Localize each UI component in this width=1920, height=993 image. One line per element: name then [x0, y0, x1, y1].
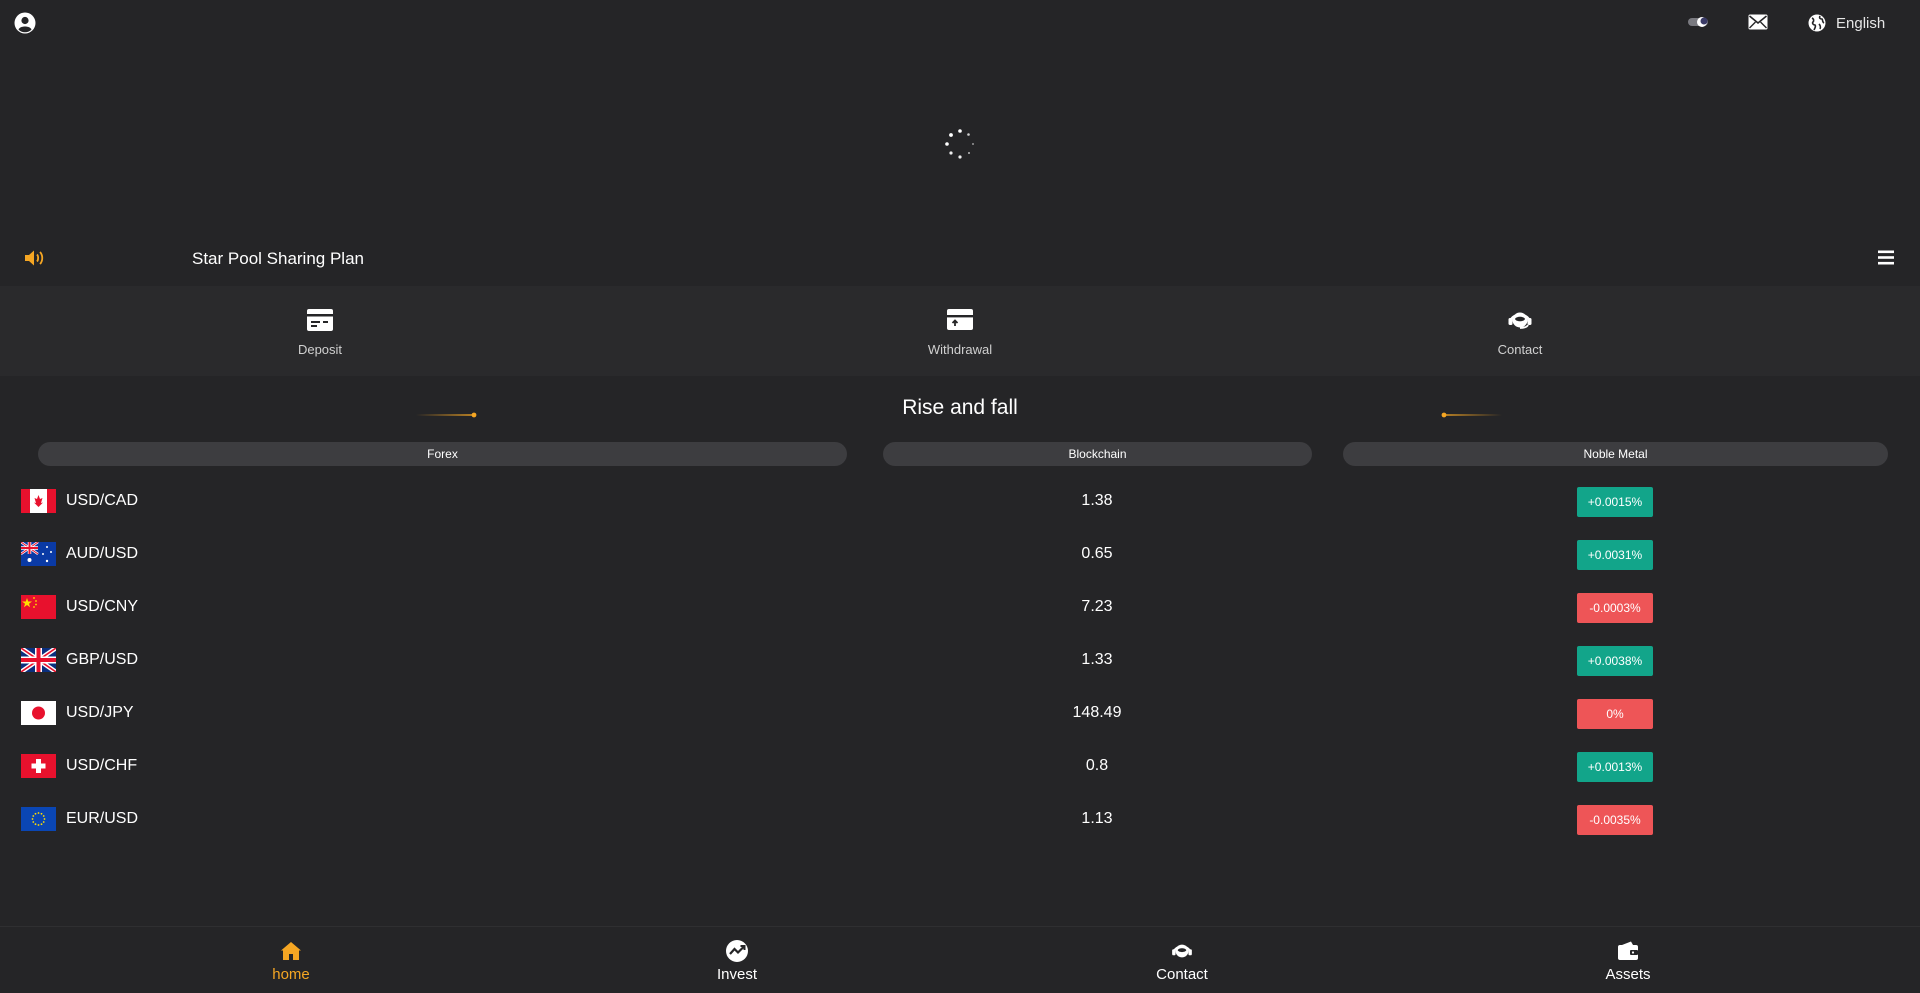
japan-flag-icon — [21, 701, 56, 725]
change-badge: +0.0031% — [1577, 540, 1653, 570]
invest-icon — [726, 939, 748, 962]
wallet-icon — [1618, 941, 1638, 960]
nav-invest[interactable]: Invest — [687, 927, 787, 993]
price-value: 0.65 — [1081, 545, 1113, 562]
change-badge: +0.0038% — [1577, 646, 1653, 676]
pair-label: EUR/USD — [66, 810, 139, 827]
bottom-nav: home Invest Contact Assets — [0, 926, 1920, 993]
table-row[interactable]: USD/CHF 0.8 +0.0013% — [0, 740, 1920, 793]
pair-label: USD/CNY — [66, 598, 139, 615]
australia-flag-icon — [21, 542, 56, 566]
price-value: 1.38 — [1081, 492, 1113, 509]
change-badge: 0% — [1577, 699, 1653, 729]
table-row[interactable]: USD/CAD 1.38 +0.0015% — [0, 475, 1920, 528]
speaker-icon — [25, 250, 44, 266]
menu-icon[interactable] — [1876, 249, 1896, 266]
deposit-card-icon — [307, 308, 333, 331]
nav-contact[interactable]: Contact — [1132, 927, 1232, 993]
withdrawal-button[interactable]: Withdrawal — [910, 286, 1010, 376]
canada-flag-icon — [21, 489, 56, 513]
contact-button[interactable]: Contact — [1470, 286, 1570, 376]
change-badge: -0.0003% — [1577, 593, 1653, 623]
nav-assets[interactable]: Assets — [1578, 927, 1678, 993]
table-row[interactable]: GBP/USD 1.33 +0.0038% — [0, 634, 1920, 687]
table-row[interactable]: AUD/USD 0.65 +0.0031% — [0, 528, 1920, 581]
price-value: 7.23 — [1081, 598, 1113, 615]
contact-label: Contact — [1497, 341, 1543, 357]
change-badge: -0.0035% — [1577, 805, 1653, 835]
price-value: 0.8 — [1085, 757, 1109, 774]
home-icon — [281, 941, 301, 960]
withdrawal-label: Withdrawal — [927, 341, 993, 357]
deposit-button[interactable]: Deposit — [270, 286, 370, 376]
pair-label: USD/CHF — [66, 757, 138, 774]
pair-label: USD/CAD — [66, 492, 139, 509]
user-icon[interactable] — [14, 12, 36, 34]
top-bar: English — [0, 0, 1920, 44]
language-selector[interactable]: English — [1808, 12, 1885, 34]
price-value: 1.13 — [1081, 810, 1113, 827]
price-value: 1.33 — [1081, 651, 1113, 668]
title-decoration-right — [1441, 412, 1502, 418]
china-flag-icon — [21, 595, 56, 619]
table-row[interactable]: EUR/USD 1.13 -0.0035% — [0, 793, 1920, 846]
globe-icon — [1808, 14, 1826, 32]
headset-icon — [1508, 312, 1532, 329]
nav-contact-label: Contact — [1156, 965, 1208, 983]
theme-toggle-icon[interactable] — [1687, 15, 1709, 29]
language-label: English — [1836, 14, 1886, 32]
headset-icon — [1172, 944, 1192, 957]
withdrawal-card-icon — [947, 308, 973, 330]
mail-icon[interactable] — [1748, 14, 1768, 30]
change-badge: +0.0015% — [1577, 487, 1653, 517]
nav-home[interactable]: home — [241, 927, 341, 993]
uk-flag-icon — [21, 648, 56, 672]
table-row[interactable]: USD/JPY 148.49 0% — [0, 687, 1920, 740]
price-value: 148.49 — [1072, 704, 1122, 721]
eu-flag-icon — [21, 807, 56, 831]
switzerland-flag-icon — [21, 754, 56, 778]
pair-label: AUD/USD — [66, 545, 139, 562]
change-badge: +0.0013% — [1577, 752, 1653, 782]
pair-label: GBP/USD — [66, 651, 139, 668]
deposit-label: Deposit — [297, 341, 343, 357]
notice-text[interactable]: Star Pool Sharing Plan — [192, 249, 364, 269]
tab-forex[interactable]: Forex — [38, 442, 847, 466]
nav-home-label: home — [272, 965, 310, 983]
tab-blockchain[interactable]: Blockchain — [883, 442, 1312, 466]
table-row[interactable]: USD/CNY 7.23 -0.0003% — [0, 581, 1920, 634]
quick-actions: Deposit Withdrawal Contact — [0, 286, 1920, 376]
pair-label: USD/JPY — [66, 704, 134, 721]
tab-noble-metal[interactable]: Noble Metal — [1343, 442, 1888, 466]
nav-invest-label: Invest — [716, 965, 758, 983]
nav-assets-label: Assets — [1605, 965, 1651, 983]
section-title: Rise and fall — [902, 396, 1018, 419]
loading-spinner-icon — [945, 129, 974, 159]
